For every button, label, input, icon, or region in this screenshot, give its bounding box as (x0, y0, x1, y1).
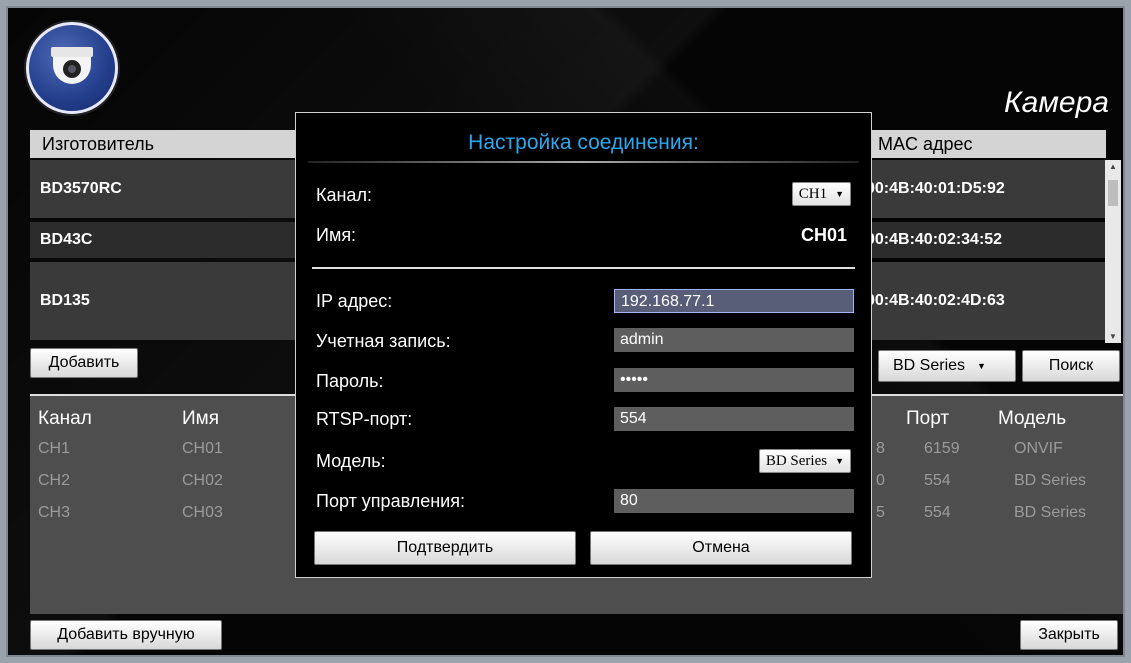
account-input[interactable]: admin (614, 328, 854, 352)
device-name: BD135 (40, 292, 90, 309)
channel-cell: CH2 (38, 472, 71, 489)
search-button[interactable]: Поиск (1022, 350, 1120, 382)
ip-cell: 5 (876, 504, 885, 521)
port-cell: 554 (924, 472, 951, 489)
camera-window: Камера Изготовитель MAC адрес BD3570RC 0… (6, 6, 1125, 657)
port-cell: 6159 (924, 440, 960, 457)
chevron-down-icon: ▼ (977, 361, 986, 371)
ip-address-input[interactable]: 192.168.77.1 (614, 289, 854, 313)
name-label: Имя: (316, 225, 357, 245)
device-list-scrollbar[interactable]: ▲ ▼ (1105, 160, 1121, 343)
ip-cell: 8 (876, 440, 885, 457)
scroll-down-icon[interactable]: ▼ (1109, 332, 1117, 341)
device-mac: 00:4B:40:01:D5:92 (866, 180, 1005, 197)
column-header-mac[interactable]: MAC адрес (866, 130, 1106, 158)
scroll-thumb[interactable] (1108, 180, 1118, 206)
ip-cell: 0 (876, 472, 885, 489)
control-port-input[interactable]: 80 (614, 489, 854, 513)
confirm-button[interactable]: Подтвердить (314, 531, 576, 565)
device-mac: 00:4B:40:02:34:52 (866, 231, 1003, 248)
channel-select[interactable]: CH1 ▼ (791, 182, 851, 206)
password-input[interactable]: ••••• (614, 368, 854, 392)
column-header-name[interactable]: Имя (182, 408, 219, 430)
close-button[interactable]: Закрыть (1020, 620, 1118, 650)
camera-logo-icon (26, 22, 118, 114)
cancel-button[interactable]: Отмена (590, 531, 852, 565)
control-port-label: Порт управления: (316, 491, 465, 511)
model-cell: BD Series (1014, 504, 1087, 521)
chevron-down-icon: ▼ (835, 189, 844, 199)
app-title: Камера (1004, 86, 1109, 119)
device-name: BD43C (40, 231, 93, 248)
name-cell: CH02 (182, 472, 223, 489)
manual-add-button[interactable]: Добавить вручную (30, 620, 222, 650)
channel-label: Канал: (316, 185, 372, 205)
series-select[interactable]: BD Series ▼ (878, 350, 1016, 382)
add-button[interactable]: Добавить (30, 348, 138, 378)
dialog-title: Настройка соединения: (468, 131, 699, 154)
device-mac: 00:4B:40:02:4D:63 (866, 292, 1005, 309)
column-header-model[interactable]: Модель (998, 408, 1066, 430)
scroll-up-icon[interactable]: ▲ (1109, 162, 1117, 171)
column-header-channel[interactable]: Канал (38, 408, 92, 430)
model-cell: BD Series (1014, 472, 1087, 489)
password-label: Пароль: (316, 371, 384, 391)
channel-cell: CH3 (38, 504, 71, 521)
name-cell: CH01 (182, 440, 223, 457)
device-name: BD3570RC (40, 180, 122, 197)
name-value: CH01 (800, 225, 847, 245)
model-label: Модель: (316, 451, 386, 471)
model-select[interactable]: BD Series ▼ (758, 449, 851, 473)
divider (312, 267, 855, 269)
divider (308, 161, 859, 163)
model-select-value: BD Series (765, 452, 828, 469)
name-cell: CH03 (182, 504, 223, 521)
channel-cell: CH1 (38, 440, 71, 457)
series-select-value: BD Series (893, 357, 966, 374)
rtsp-port-label: RTSP-порт: (316, 409, 413, 429)
model-cell: ONVIF (1014, 440, 1063, 457)
account-label: Учетная запись: (316, 331, 451, 351)
chevron-down-icon: ▼ (835, 456, 844, 466)
channel-select-value: CH1 (798, 185, 828, 202)
column-header-port[interactable]: Порт (906, 408, 949, 430)
column-header-manufacturer[interactable]: Изготовитель (30, 130, 330, 158)
connection-settings-dialog: Настройка соединения: Канал: CH1 ▼ Имя: … (295, 112, 872, 578)
ip-label: IP адрес: (316, 291, 393, 311)
rtsp-port-input[interactable]: 554 (614, 407, 854, 431)
port-cell: 554 (924, 504, 951, 521)
